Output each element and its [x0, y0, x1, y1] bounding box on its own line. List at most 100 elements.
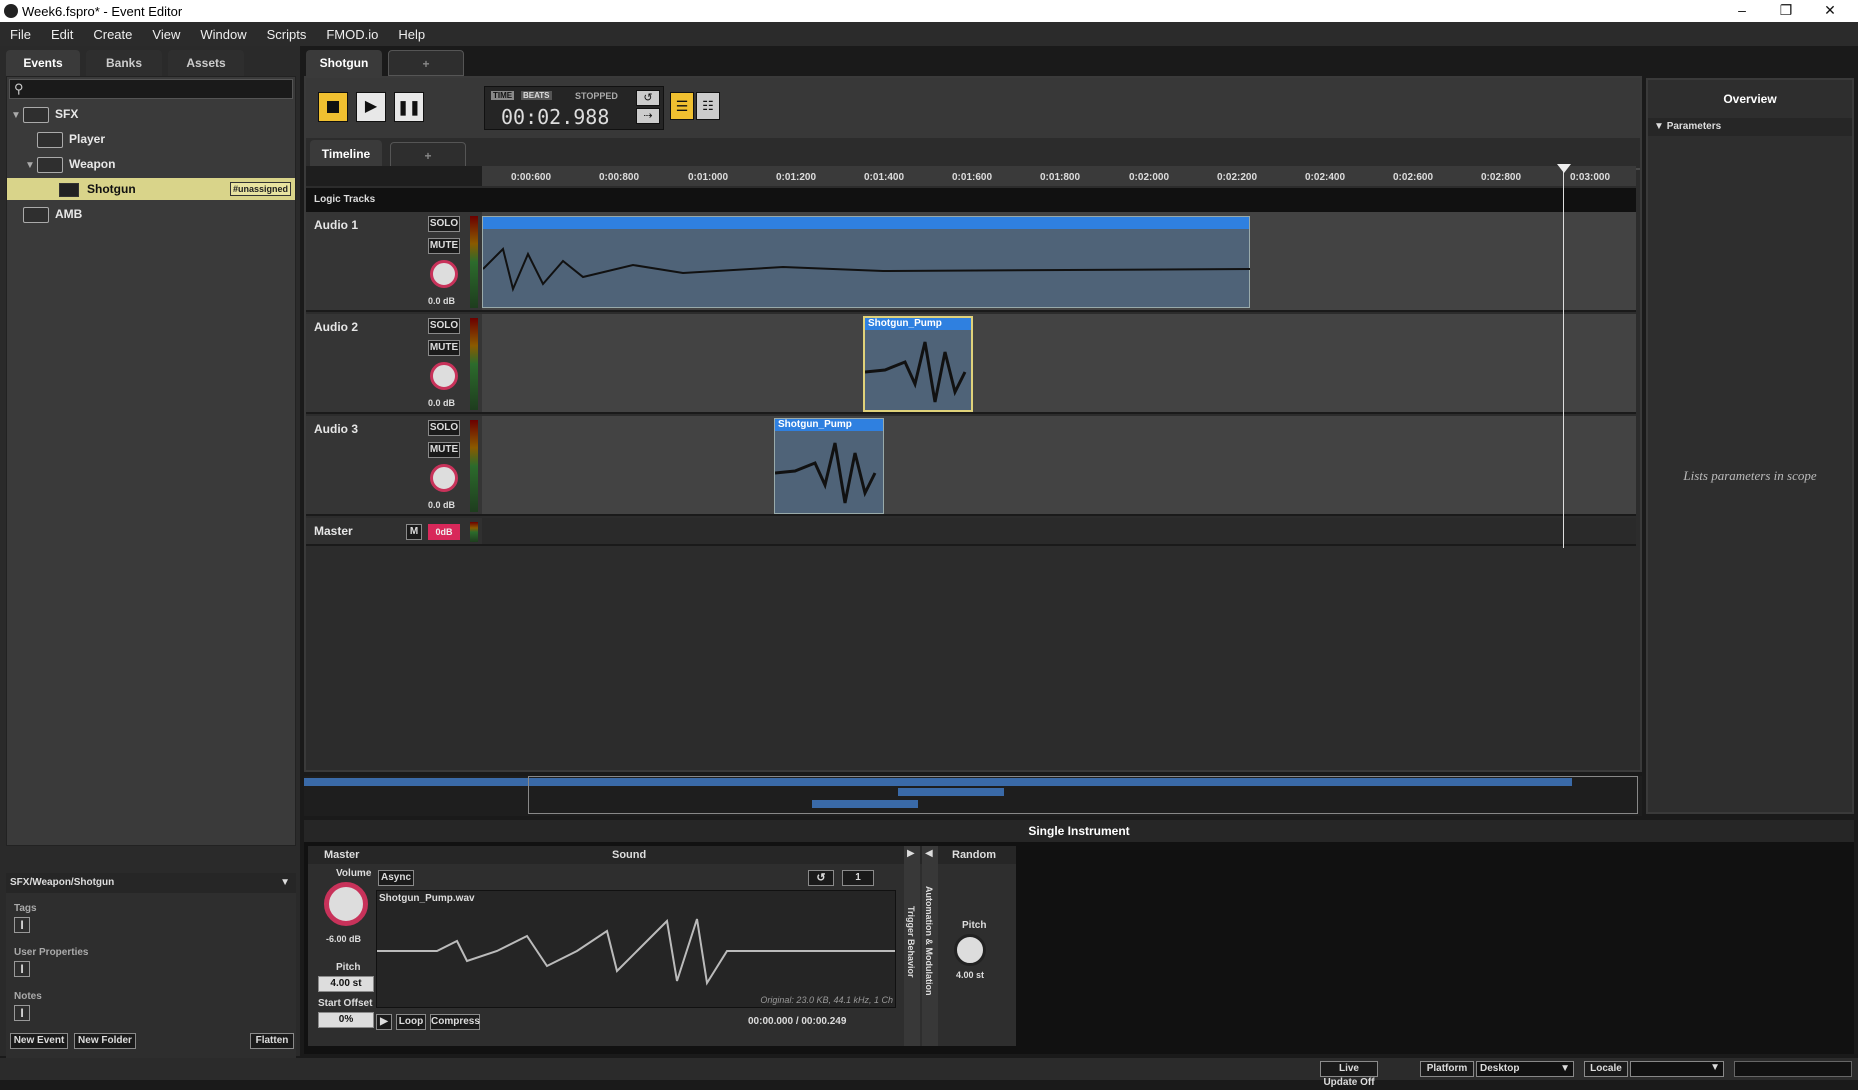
trigger-behavior-drawer[interactable]: ▶ Trigger Behavior	[904, 846, 920, 1046]
expand-triangle-icon[interactable]: ▼	[23, 155, 37, 177]
overview-viewport[interactable]	[528, 776, 1638, 814]
solo-button[interactable]: SOLO	[428, 420, 460, 436]
track-lane[interactable]: Shotgun_Pump	[482, 416, 1636, 514]
track-lane[interactable]	[482, 518, 1636, 544]
play-button[interactable]: ▶	[356, 92, 386, 122]
tab-assets[interactable]: Assets	[168, 50, 244, 76]
random-section-label: Random	[952, 849, 996, 861]
menu-scripts[interactable]: Scripts	[257, 27, 317, 42]
volume-value: 0.0 dB	[428, 398, 456, 408]
solo-button[interactable]: SOLO	[428, 216, 460, 232]
add-parameter-tab-button[interactable]: +	[390, 142, 466, 168]
parameters-header[interactable]: ▼ Parameters	[1648, 118, 1852, 136]
folder-icon	[23, 106, 49, 123]
mixer-view-icon[interactable]: ☷	[696, 92, 720, 120]
random-pitch-knob[interactable]	[954, 934, 986, 966]
tab-events[interactable]: Events	[6, 50, 80, 76]
tags-label: Tags	[14, 903, 37, 914]
search-input[interactable]: ⚲	[9, 79, 293, 99]
flatten-button[interactable]: Flatten	[250, 1033, 294, 1049]
master-volume-fader[interactable]: 0dB	[428, 524, 460, 540]
play-count-field[interactable]: 1	[842, 870, 874, 886]
locale-select[interactable]: ▼	[1630, 1061, 1724, 1077]
expand-triangle-icon[interactable]: ▼	[9, 105, 23, 127]
ruler-tick: 0:02:400	[1305, 172, 1346, 183]
loop-button[interactable]: Loop	[396, 1014, 426, 1030]
menu-window[interactable]: Window	[190, 27, 256, 42]
playhead-marker-icon[interactable]	[1557, 164, 1571, 173]
track-lane[interactable]: Shotgun_Pump	[482, 314, 1636, 412]
tags-edit-icon[interactable]: I	[14, 917, 30, 933]
tree-item-sfx[interactable]: ▼ SFX	[9, 103, 299, 125]
platform-select[interactable]: Desktop ▼	[1476, 1061, 1574, 1077]
tree-item-amb[interactable]: AMB	[9, 203, 299, 225]
live-update-button[interactable]: Live Update Off	[1320, 1061, 1378, 1088]
instrument-volume-knob[interactable]	[324, 882, 368, 926]
audio-region[interactable]: Shotgun_Pump	[774, 418, 884, 514]
loop-mode-icon[interactable]: ↺	[808, 870, 834, 886]
async-button[interactable]: Async	[378, 870, 414, 886]
preview-play-icon[interactable]: ▶	[376, 1014, 392, 1030]
tree-item-player[interactable]: Player	[37, 128, 327, 150]
pitch-field[interactable]: 4.00 st	[318, 976, 374, 992]
menu-view[interactable]: View	[142, 27, 190, 42]
menu-fmodio[interactable]: FMOD.io	[316, 27, 388, 42]
expand-arrow-icon[interactable]: ▶	[907, 848, 915, 859]
playhead[interactable]	[1563, 166, 1564, 548]
minimize-button[interactable]: –	[1720, 0, 1764, 22]
notes-edit-icon[interactable]: I	[14, 1005, 30, 1021]
waveform-view[interactable]: Shotgun_Pump.wav Original: 23.0 KB, 44.1…	[376, 890, 896, 1008]
overview-title: Overview	[1723, 92, 1777, 106]
search-icon: ⚲	[14, 81, 24, 96]
audio-region[interactable]	[482, 216, 1251, 308]
close-button[interactable]: ✕	[1808, 0, 1852, 22]
loop-playback-icon[interactable]: ↺	[636, 90, 660, 106]
volume-knob[interactable]	[430, 362, 458, 390]
ruler-tick: 0:00:800	[599, 172, 640, 183]
track-lane[interactable]	[482, 212, 1636, 310]
add-event-tab-button[interactable]: +	[388, 50, 464, 76]
tab-timeline[interactable]: Timeline	[310, 140, 382, 168]
menu-create[interactable]: Create	[83, 27, 142, 42]
volume-knob[interactable]	[430, 464, 458, 492]
start-offset-field[interactable]: 0%	[318, 1012, 374, 1028]
compress-button[interactable]: Compress	[430, 1014, 480, 1030]
tab-event-shotgun[interactable]: Shotgun	[306, 50, 382, 76]
tracks-view-icon[interactable]: ☰	[670, 92, 694, 120]
mute-button[interactable]: MUTE	[428, 442, 460, 458]
volume-value: 0.0 dB	[428, 296, 456, 306]
master-mute-button[interactable]: M	[406, 524, 422, 540]
automation-drawer[interactable]: ◀ Automation & Modulation	[922, 846, 938, 1046]
title-bar: Week6.fspro* - Event Editor – ❐ ✕	[0, 0, 1858, 22]
stop-button[interactable]	[318, 92, 348, 122]
new-folder-button[interactable]: New Folder	[74, 1033, 136, 1049]
beats-mode-button[interactable]: BEATS	[521, 91, 552, 100]
event-tree: ⚲ ▼ SFX Player ▼ Weapon Shotgun #unassigne…	[6, 76, 296, 846]
menu-help[interactable]: Help	[388, 27, 435, 42]
new-event-button[interactable]: New Event	[10, 1033, 68, 1049]
region-name: Shotgun_Pump	[865, 318, 971, 330]
solo-button[interactable]: SOLO	[428, 318, 460, 334]
pause-button[interactable]: ❚❚	[394, 92, 424, 122]
master-level-meter	[470, 522, 478, 542]
audio-region[interactable]: Shotgun_Pump	[863, 316, 973, 412]
collapse-arrow-icon[interactable]: ◀	[925, 848, 933, 859]
volume-knob[interactable]	[430, 260, 458, 288]
menu-edit[interactable]: Edit	[41, 27, 83, 42]
ruler-tick: 0:02:000	[1129, 172, 1170, 183]
mute-button[interactable]: MUTE	[428, 238, 460, 254]
mute-button[interactable]: MUTE	[428, 340, 460, 356]
follow-playback-icon[interactable]: ⇢	[636, 108, 660, 124]
time-mode-button[interactable]: TIME	[491, 91, 515, 100]
timeline-overview[interactable]	[304, 776, 1642, 816]
level-meter	[470, 420, 478, 512]
tree-item-weapon[interactable]: ▼ Weapon	[23, 153, 313, 175]
restore-button[interactable]: ❐	[1764, 0, 1808, 22]
user-properties-edit-icon[interactable]: I	[14, 961, 30, 977]
track-name: Audio 1	[314, 218, 358, 232]
menu-file[interactable]: File	[0, 27, 41, 42]
chevron-down-icon[interactable]: ▼	[280, 877, 290, 888]
tree-item-shotgun[interactable]: Shotgun #unassigned	[7, 178, 295, 200]
browser-panel: Events Banks Assets ⚲ ▼ SFX Player ▼ Weapo…	[0, 46, 300, 1073]
tab-banks[interactable]: Banks	[86, 50, 162, 76]
